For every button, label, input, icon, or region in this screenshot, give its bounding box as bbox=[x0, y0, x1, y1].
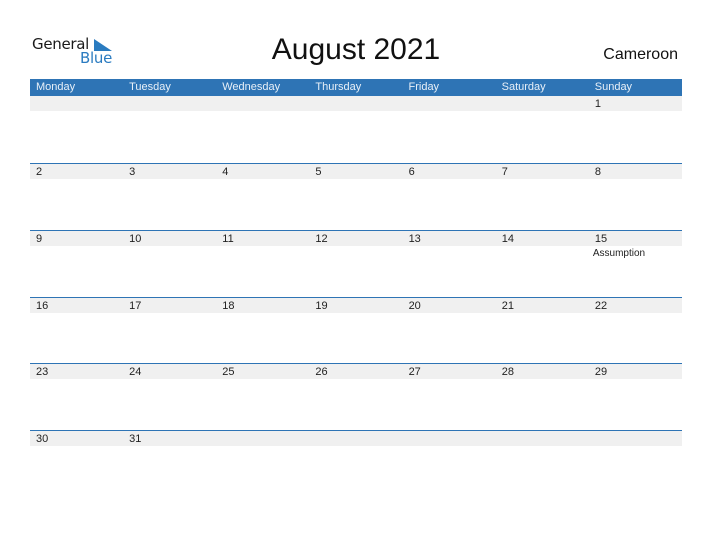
day-number: 31 bbox=[129, 433, 142, 445]
day-cell: 23 bbox=[30, 364, 123, 430]
day-cell: 3 bbox=[123, 164, 216, 230]
day-cell: 2 bbox=[30, 164, 123, 230]
day-cell: 29 bbox=[589, 364, 682, 430]
day-number: 18 bbox=[222, 300, 235, 312]
day-number: 22 bbox=[594, 300, 608, 312]
day-number: 7 bbox=[501, 166, 508, 178]
day-cell: 21 bbox=[496, 298, 589, 364]
day-cell bbox=[123, 96, 216, 162]
week-row: 16 17 18 19 20 21 22 bbox=[30, 297, 682, 364]
day-cell bbox=[309, 96, 402, 162]
day-number: 27 bbox=[408, 366, 421, 378]
weekday-saturday: Saturday bbox=[501, 81, 546, 93]
weekday-header: Monday Tuesday Wednesday Thursday Friday… bbox=[30, 79, 682, 96]
day-cell: 13 bbox=[403, 231, 496, 297]
day-number: 10 bbox=[129, 233, 142, 245]
day-cell: 30 bbox=[30, 431, 123, 497]
day-cell bbox=[30, 96, 123, 162]
day-cell: 4 bbox=[216, 164, 309, 230]
day-number: 11 bbox=[222, 233, 234, 245]
day-cell: 10 bbox=[123, 231, 216, 297]
day-cell: 31 bbox=[123, 431, 216, 497]
day-cell bbox=[309, 431, 402, 497]
day-cell: 5 bbox=[309, 164, 402, 230]
day-cell: 11 bbox=[216, 231, 309, 297]
day-number: 3 bbox=[129, 166, 136, 178]
day-number: 14 bbox=[501, 233, 514, 245]
weekday-thursday: Thursday bbox=[315, 81, 362, 93]
day-cell: 22 bbox=[589, 298, 682, 364]
day-number: 2 bbox=[36, 166, 43, 178]
day-cell: 17 bbox=[123, 298, 216, 364]
day-cell bbox=[403, 431, 496, 497]
day-cell bbox=[496, 96, 589, 162]
day-number: 28 bbox=[501, 366, 514, 378]
day-cell: 6 bbox=[403, 164, 496, 230]
day-number: 16 bbox=[36, 300, 49, 312]
day-number: 26 bbox=[315, 366, 328, 378]
weekday-monday: Monday bbox=[36, 81, 76, 93]
day-number: 17 bbox=[129, 300, 142, 312]
day-cell: 9 bbox=[30, 231, 123, 297]
day-cell bbox=[403, 96, 496, 162]
day-cell bbox=[216, 431, 309, 497]
day-cell: 15 Assumption bbox=[589, 231, 682, 297]
weekday-sunday: Sunday bbox=[594, 81, 633, 93]
week-row: 23 24 25 26 27 28 29 bbox=[30, 363, 682, 430]
week-row: 30 31 bbox=[30, 430, 682, 497]
day-number: 19 bbox=[315, 300, 328, 312]
day-number: 9 bbox=[36, 233, 43, 245]
day-cell: 14 bbox=[496, 231, 589, 297]
day-number: 5 bbox=[315, 166, 322, 178]
day-cell: 26 bbox=[309, 364, 402, 430]
weekday-tuesday: Tuesday bbox=[129, 81, 171, 93]
day-cell: 12 bbox=[309, 231, 402, 297]
day-number: 29 bbox=[594, 366, 608, 378]
day-cell: 1 bbox=[589, 96, 682, 162]
day-number: 6 bbox=[408, 166, 415, 178]
day-number: 20 bbox=[408, 300, 421, 312]
week-row: 1 bbox=[30, 96, 682, 162]
day-number: 23 bbox=[36, 366, 49, 378]
day-number: 4 bbox=[222, 166, 229, 178]
week-row: 9 10 11 12 13 14 15 Assumption bbox=[30, 230, 682, 297]
day-cell: 16 bbox=[30, 298, 123, 364]
day-number: 24 bbox=[129, 366, 142, 378]
week-row: 2 3 4 5 6 7 8 bbox=[30, 163, 682, 230]
day-cell: 20 bbox=[403, 298, 496, 364]
day-number: 15 bbox=[594, 233, 608, 245]
day-number: 30 bbox=[36, 433, 49, 445]
day-cell: 25 bbox=[216, 364, 309, 430]
day-number: 1 bbox=[594, 98, 601, 110]
day-cell: 28 bbox=[496, 364, 589, 430]
day-cell: 19 bbox=[309, 298, 402, 364]
day-cell: 8 bbox=[589, 164, 682, 230]
day-number: 25 bbox=[222, 366, 235, 378]
day-number: 8 bbox=[594, 166, 601, 178]
day-number: 21 bbox=[501, 300, 514, 312]
day-cell: 7 bbox=[496, 164, 589, 230]
day-number: 13 bbox=[408, 233, 421, 245]
day-cell: 24 bbox=[123, 364, 216, 430]
day-cell bbox=[216, 96, 309, 162]
day-cell: 27 bbox=[403, 364, 496, 430]
day-cell bbox=[496, 431, 589, 497]
weekday-friday: Friday bbox=[408, 81, 440, 93]
day-number: 12 bbox=[315, 233, 328, 245]
country-label: Cameroon bbox=[603, 46, 678, 63]
holiday-label: Assumption bbox=[592, 248, 646, 259]
weekday-wednesday: Wednesday bbox=[222, 81, 281, 93]
day-cell: 18 bbox=[216, 298, 309, 364]
day-cell bbox=[589, 431, 682, 497]
